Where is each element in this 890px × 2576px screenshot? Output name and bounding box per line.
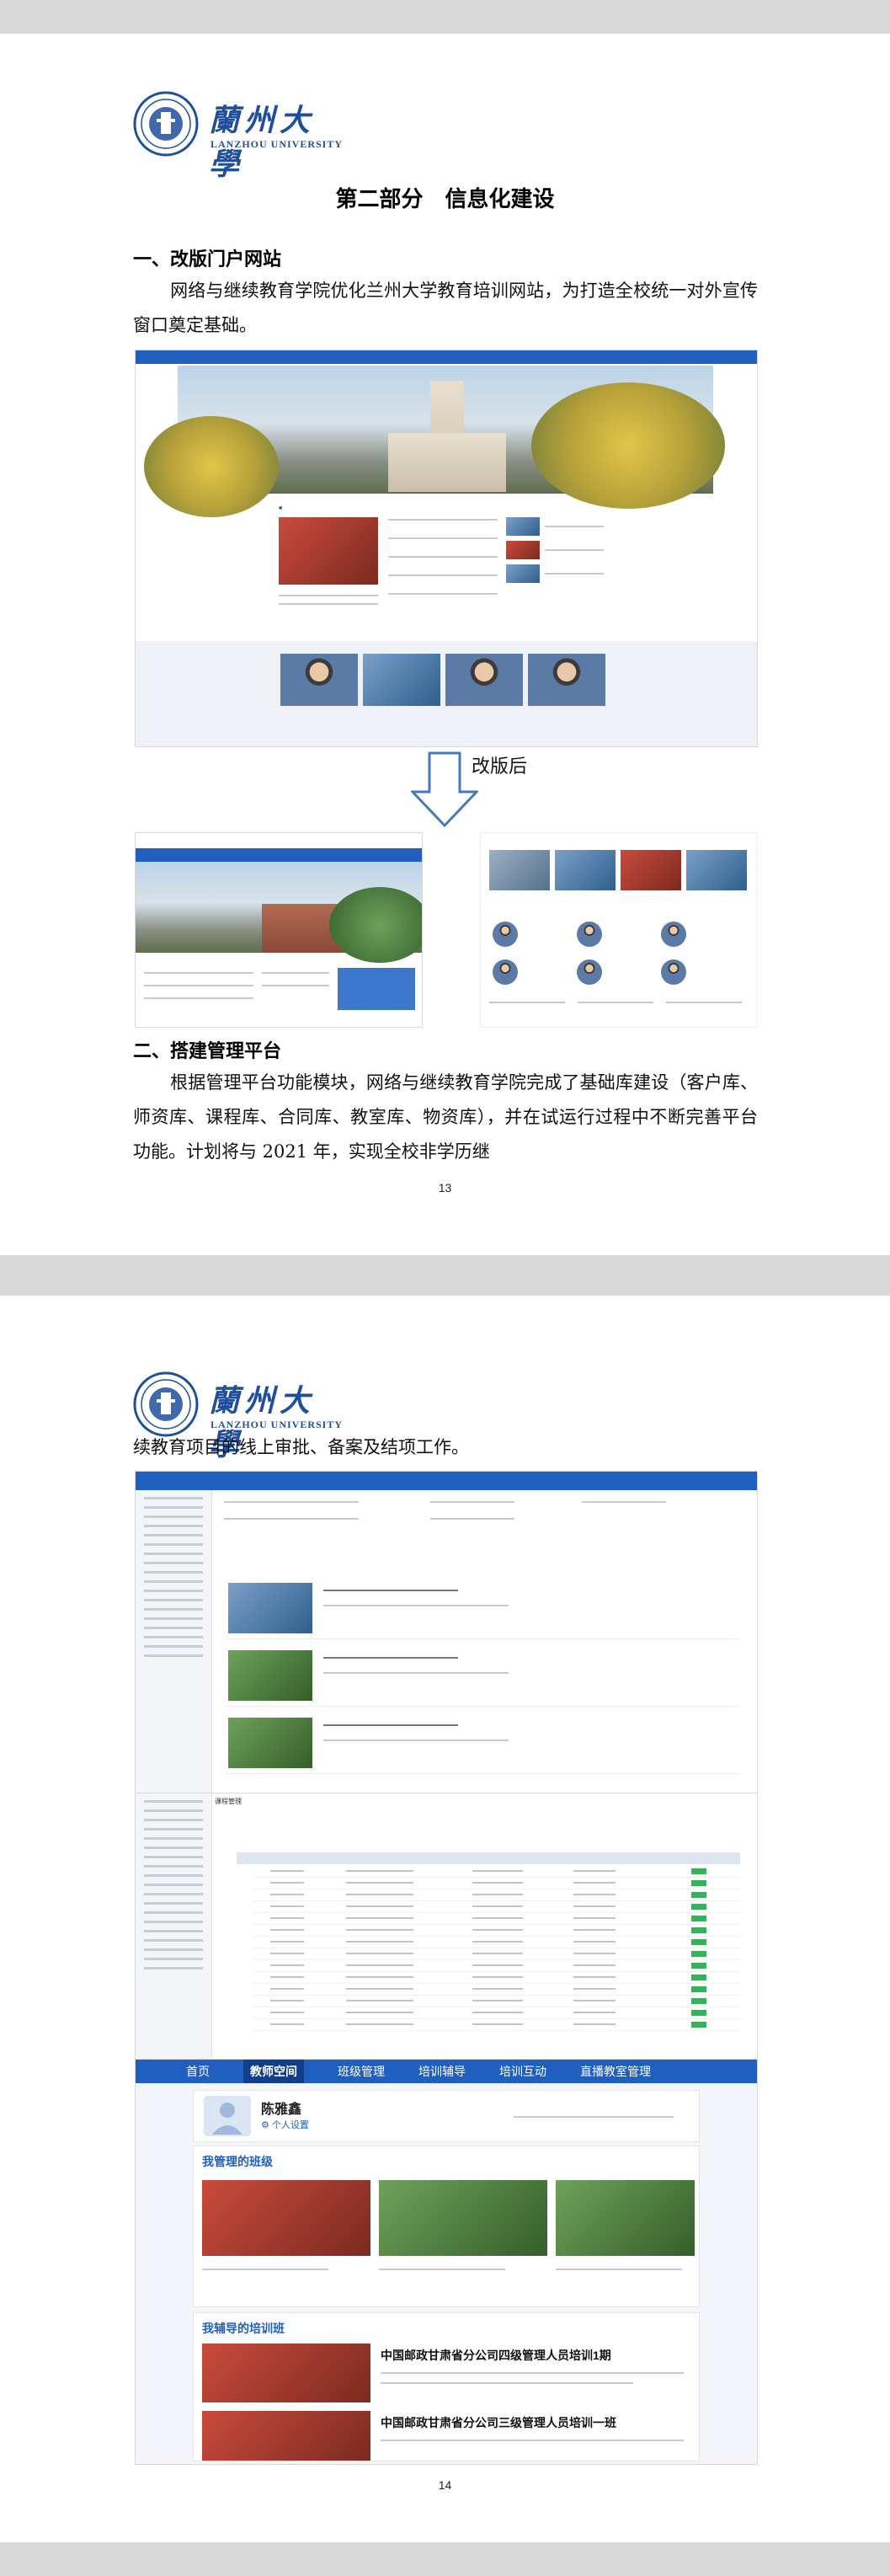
user-avatar-icon <box>212 2103 242 2135</box>
continued-text: 续教育项目的线上审批、备案及结项工作。 <box>133 1437 469 1457</box>
training-thumb[interactable] <box>202 2344 370 2402</box>
my-classes-section: 我管理的班级 <box>193 2146 700 2307</box>
tab-live-classroom[interactable]: 直播教室管理 <box>580 2063 651 2080</box>
document-page-13: 蘭州大學 LANZHOU UNIVERSITY 第二部分 信息化建设 一、改版门… <box>0 34 890 1255</box>
old-portal-screenshot: ■ <box>135 350 758 747</box>
class-card-image[interactable] <box>379 2180 547 2256</box>
platform-nav-tabs: 首页 教师空间 班级管理 培训辅导 培训互动 直播教室管理 <box>136 2060 757 2083</box>
course-management-label: 课程管理 <box>215 1798 242 1805</box>
caption-after-redesign: 改版后 <box>472 756 528 778</box>
training-course-title[interactable]: 中国邮政甘肃省分公司三级管理人员培训一班 <box>381 2414 616 2431</box>
page-number: 13 <box>438 1181 452 1194</box>
admin-course-table-screenshot: 课程管理 <box>135 1793 758 2060</box>
class-card-image[interactable] <box>202 2180 370 2256</box>
admin-topbar <box>136 1472 757 1490</box>
old-portal-navbar <box>136 350 757 364</box>
page-gap-bottom <box>0 2542 890 2576</box>
user-name: 陈雅鑫 <box>261 2103 302 2117</box>
section-text-portal: 网络与继续教育学院优化兰州大学教育培训网站，为打造全校统一对外宣传窗口奠定基础。 <box>133 281 758 335</box>
training-course-title[interactable]: 中国邮政甘肃省分公司四级管理人员培训1期 <box>381 2347 611 2364</box>
logo-name-en: LANZHOU UNIVERSITY <box>211 138 344 150</box>
page-number: 14 <box>438 2478 452 2492</box>
my-training-title: 我辅导的培训班 <box>202 2322 285 2335</box>
tab-teacher-space[interactable]: 教师空间 <box>243 2060 304 2083</box>
tab-class-management[interactable]: 班级管理 <box>338 2063 385 2080</box>
user-settings-link[interactable]: ⚙ 个人设置 <box>261 2118 309 2131</box>
learning-platform-screenshot: 首页 教师空间 班级管理 培训辅导 培训互动 直播教室管理 陈雅鑫 ⚙ 个人设置… <box>135 2059 758 2465</box>
document-page-14: 蘭州大學 LANZHOU UNIVERSITY 续教育项目的线上审批、备案及结项… <box>0 1296 890 2542</box>
logo-name-en: LANZHOU UNIVERSITY <box>211 1419 344 1430</box>
part-heading: 第二部分 信息化建设 <box>335 187 555 212</box>
teacher-profile-card: 陈雅鑫 ⚙ 个人设置 <box>193 2090 700 2142</box>
training-thumb[interactable] <box>202 2411 370 2461</box>
section-text-platform: 根据管理平台功能模块，网络与继续教育学院完成了基础库建设（客户库、师资库、课程库… <box>133 1072 758 1162</box>
section-title-portal: 一、改版门户网站 <box>133 249 282 270</box>
down-arrow-icon <box>411 751 478 827</box>
admin-project-screenshot <box>135 1471 758 1794</box>
my-classes-title: 我管理的班级 <box>202 2155 273 2168</box>
admin-sidebar <box>136 1490 212 1793</box>
page-gap-top <box>0 0 890 34</box>
campus-photo <box>144 366 725 517</box>
university-seal-icon <box>133 1371 199 1437</box>
section-title-platform: 二、搭建管理平台 <box>133 1040 282 1062</box>
tab-training-tutoring[interactable]: 培训辅导 <box>418 2063 466 2080</box>
news-thumb <box>279 517 378 585</box>
university-seal-icon <box>133 91 199 157</box>
new-portal-screenshot-right <box>480 832 758 1028</box>
my-training-section: 我辅导的培训班 中国邮政甘肃省分公司四级管理人员培训1期 中国邮政甘肃省分公司三… <box>193 2312 700 2461</box>
tab-home[interactable]: 首页 <box>186 2063 210 2080</box>
page-gap <box>0 1255 890 1296</box>
tab-training-interaction[interactable]: 培训互动 <box>499 2063 546 2080</box>
class-card-image[interactable] <box>556 2180 695 2256</box>
avatar <box>204 2096 251 2136</box>
new-portal-screenshot-left <box>135 832 423 1028</box>
university-logo: 蘭州大學 LANZHOU UNIVERSITY <box>133 91 344 182</box>
